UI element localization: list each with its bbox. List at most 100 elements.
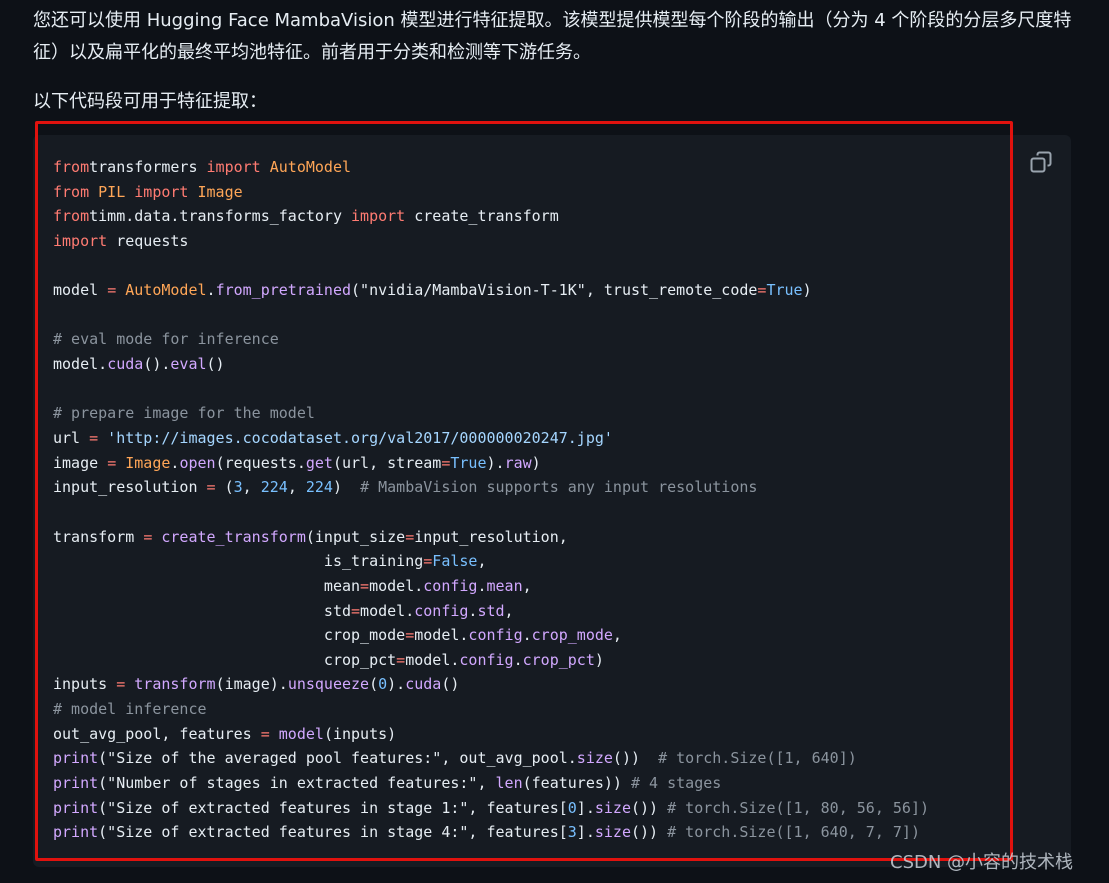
code-token: ("Size of extracted features in stage 4:… (98, 823, 568, 842)
code-token: AutoModel (260, 158, 352, 176)
code-line: inputs = transform(image).unsqueeze(0).c… (53, 672, 929, 697)
code-token: open (179, 453, 216, 472)
code-token: model (269, 724, 324, 743)
code-token: # MambaVision supports any input resolut… (360, 478, 758, 497)
code-token: crop_pct (53, 650, 397, 669)
code-line: model = AutoModel.from_pretrained("nvidi… (53, 278, 929, 303)
code-token: size (594, 823, 631, 842)
code-token: ). (387, 675, 406, 694)
code-token: 3 (567, 823, 577, 842)
code-token: mean (486, 576, 523, 595)
code-token: eval (170, 355, 207, 374)
code-token: , (504, 601, 514, 620)
code-token: config (423, 576, 478, 595)
copy-icon (1030, 151, 1052, 173)
code-token: transform (53, 527, 144, 546)
code-token: url (53, 429, 90, 448)
code-token: ("Size of the averaged pool features:", … (98, 749, 577, 768)
code-line: mean=model.config.mean, (53, 574, 929, 599)
code-token: ]. (576, 798, 595, 817)
code-token: std (477, 601, 505, 620)
code-line: import requests (53, 229, 929, 254)
code-token: transform (125, 675, 216, 694)
code-token: import (351, 207, 406, 226)
code-line: input_resolution = (3, 224, 224) # Mamba… (53, 475, 929, 500)
code-token: ) (332, 478, 361, 497)
code-token: ( (369, 675, 379, 694)
code-line: crop_mode=model.config.crop_mode, (53, 623, 929, 648)
code-token: , (477, 552, 487, 571)
code-line: print("Number of stages in extracted fea… (53, 771, 929, 796)
code-token: std (53, 601, 352, 620)
code-token: ("Number of stages in extracted features… (98, 774, 496, 793)
code-token: timm.data.transforms_factory (89, 207, 352, 226)
code-token: # eval mode for inference (53, 330, 279, 349)
code-token: model. (369, 576, 424, 595)
code-token: = (143, 527, 153, 546)
code-line: print("Size of the averaged pool feature… (53, 746, 929, 771)
code-token: (). (143, 355, 171, 374)
code-token: config (468, 626, 523, 645)
code-token: model. (414, 626, 469, 645)
code-token: len (495, 774, 523, 793)
code-line: # prepare image for the model (53, 401, 929, 426)
code-token: = (107, 453, 117, 472)
code-token: False (432, 552, 478, 571)
code-line: transform = create_transform(input_size=… (53, 525, 929, 550)
code-token: = (116, 675, 126, 694)
code-token: = (360, 576, 370, 595)
code-token: ()) (630, 823, 668, 842)
code-token: , (287, 478, 306, 497)
code-token: () (206, 355, 225, 374)
code-line: model.cuda().eval() (53, 352, 929, 377)
code-token: cuda (107, 355, 144, 374)
code-token: crop_mode (531, 626, 613, 645)
code-token: (features)) (522, 774, 631, 793)
code-line: url = 'http://images.cocodataset.org/val… (53, 426, 929, 451)
code-token: (input_size (305, 527, 406, 546)
code-token: ()) (612, 749, 659, 768)
code-token: (requests. (215, 453, 306, 472)
code-token: 0 (567, 798, 577, 817)
code-token: model (53, 281, 108, 300)
code-token: , (522, 576, 532, 595)
code-token: print (53, 798, 99, 817)
code-token: size (594, 798, 631, 817)
code-token: create_transform (405, 207, 559, 226)
code-token: ) (594, 650, 604, 669)
code-line: fromtimm.data.transforms_factory import … (53, 204, 929, 229)
code-token: # torch.Size([1, 640, 7, 7]) (667, 823, 920, 842)
code-token: = (423, 552, 433, 571)
code-token: ) (802, 281, 812, 300)
code-line: out_avg_pool, features = model(inputs) (53, 722, 929, 747)
code-line: # eval mode for inference (53, 327, 929, 352)
copy-button[interactable] (1028, 150, 1054, 176)
code-token: , (242, 478, 261, 497)
code-token: model. (405, 650, 460, 669)
code-line: fromtransformers import AutoModel (53, 155, 929, 180)
code-token: ). (486, 453, 505, 472)
code-token: out_avg_pool, features (53, 724, 261, 743)
code-line: image = Image.open(requests.get(url, str… (53, 451, 929, 476)
code-token: print (53, 774, 99, 793)
code-token: = (89, 429, 99, 448)
code-token: # torch.Size([1, 640]) (658, 749, 857, 768)
code-token: from (53, 182, 90, 201)
code-token: () (441, 675, 460, 694)
code-token: . (522, 626, 532, 645)
code-token: print (53, 749, 99, 768)
code-token: # torch.Size([1, 80, 56, 56]) (667, 798, 930, 817)
code-token: True (450, 453, 487, 472)
code-token: # prepare image for the model (53, 404, 315, 423)
code-token: from (53, 207, 90, 226)
code-token: cuda (405, 675, 442, 694)
code-token: 3 (233, 478, 243, 497)
code-token: Image (116, 453, 171, 472)
code-token: import (206, 158, 261, 176)
code-token: = (396, 650, 406, 669)
code-token: 'http://images.cocodataset.org/val2017/0… (98, 429, 613, 448)
code-token: ) (531, 453, 541, 472)
